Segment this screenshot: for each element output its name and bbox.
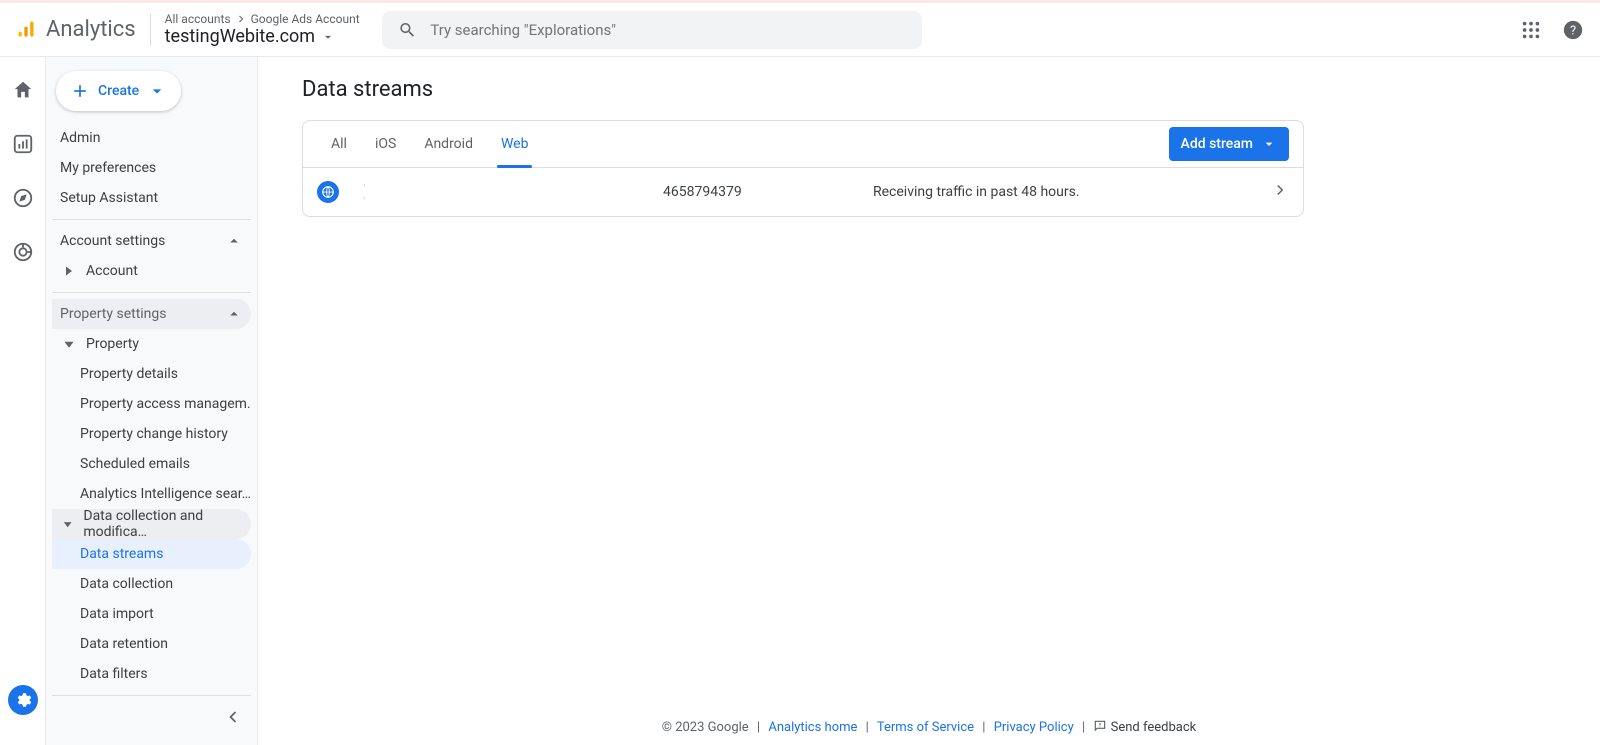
- create-label: Create: [98, 83, 139, 99]
- expander-property[interactable]: Property: [52, 329, 251, 359]
- globe-icon: [321, 185, 335, 199]
- analytics-icon: [16, 20, 36, 40]
- admin-sidebar: Create Admin My preferences Setup Assist…: [46, 57, 258, 745]
- section-label: Account settings: [60, 233, 165, 249]
- expander-label: Property: [86, 336, 139, 352]
- tab-android[interactable]: Android: [410, 121, 487, 167]
- nav-scheduled-emails[interactable]: Scheduled emails: [52, 449, 251, 479]
- vertical-divider: [150, 14, 151, 46]
- svg-text:?: ?: [1570, 23, 1576, 38]
- divider: [52, 219, 251, 220]
- product-logo[interactable]: Analytics: [16, 17, 136, 42]
- breadcrumb-all: All accounts: [165, 12, 231, 26]
- footer: © 2023 Google | Analytics home | Terms o…: [258, 719, 1600, 735]
- add-stream-button[interactable]: Add stream: [1169, 127, 1289, 161]
- plus-icon: [70, 81, 90, 101]
- expander-data-collection[interactable]: Data collection and modifica…: [52, 509, 251, 539]
- chevron-right-icon: [1271, 181, 1289, 199]
- stream-id: 4658794379: [663, 184, 873, 200]
- expander-label: Account: [86, 263, 138, 279]
- expander-label: Data collection and modifica…: [83, 508, 243, 540]
- nav-property-access[interactable]: Property access managem…: [52, 389, 251, 419]
- help-button[interactable]: ?: [1562, 19, 1584, 45]
- tab-web[interactable]: Web: [487, 121, 543, 167]
- home-icon: [12, 79, 34, 101]
- chevron-up-icon: [225, 305, 243, 323]
- chevron-left-icon: [223, 707, 243, 727]
- create-button[interactable]: Create: [56, 71, 181, 111]
- nav-setup-assistant[interactable]: Setup Assistant: [52, 183, 251, 213]
- collapse-sidebar-button[interactable]: [223, 707, 243, 731]
- tab-ios[interactable]: iOS: [361, 121, 410, 167]
- main-content: Data streams All iOS Android Web Add str…: [258, 57, 1600, 745]
- nav-admin[interactable]: Admin: [52, 123, 251, 153]
- footer-feedback[interactable]: Send feedback: [1093, 720, 1196, 735]
- help-icon: ?: [1562, 19, 1584, 41]
- property-name: testingWebite.com: [165, 26, 315, 47]
- caret-down-icon: [321, 30, 335, 44]
- apps-button[interactable]: [1520, 19, 1542, 45]
- add-stream-label: Add stream: [1181, 136, 1253, 152]
- nav-reports[interactable]: [12, 133, 34, 159]
- expander-account[interactable]: Account: [52, 256, 251, 286]
- nav-property-details[interactable]: Property details: [52, 359, 251, 389]
- triangle-down-icon: [60, 515, 75, 533]
- product-name: Analytics: [46, 17, 136, 42]
- divider: [52, 695, 251, 696]
- account-picker[interactable]: All accounts Google Ads Account testingW…: [165, 12, 360, 47]
- section-property-settings[interactable]: Property settings: [52, 299, 251, 329]
- nav-data-collection[interactable]: Data collection: [52, 569, 251, 599]
- nav-data-retention[interactable]: Data retention: [52, 629, 251, 659]
- feedback-icon: [1093, 719, 1107, 733]
- stream-name: ··: [363, 179, 663, 205]
- footer-tos[interactable]: Terms of Service: [877, 720, 974, 735]
- nav-advertising[interactable]: [12, 241, 34, 267]
- nav-data-import[interactable]: Data import: [52, 599, 251, 629]
- chevron-right-icon: [235, 13, 247, 25]
- search-icon: [398, 20, 417, 40]
- section-label: Property settings: [60, 306, 167, 322]
- nav-home[interactable]: [12, 79, 34, 105]
- footer-feedback-label: Send feedback: [1111, 720, 1197, 735]
- nav-rail: [0, 57, 46, 745]
- chevron-up-icon: [225, 232, 243, 250]
- stream-status: Receiving traffic in past 48 hours.: [873, 184, 1271, 200]
- nav-data-streams[interactable]: Data streams: [52, 539, 251, 569]
- row-chevron: [1271, 181, 1289, 203]
- tab-bar: All iOS Android Web Add stream: [303, 121, 1303, 168]
- nav-property-change-history[interactable]: Property change history: [52, 419, 251, 449]
- explore-icon: [12, 187, 34, 209]
- triangle-down-icon: [60, 335, 78, 353]
- caret-down-icon: [147, 81, 167, 101]
- streams-card: All iOS Android Web Add stream ·· 465879…: [302, 120, 1304, 217]
- top-bar: Analytics All accounts Google Ads Accoun…: [0, 0, 1600, 57]
- nav-my-preferences[interactable]: My preferences: [52, 153, 251, 183]
- footer-copyright: © 2023 Google: [662, 720, 749, 735]
- web-stream-badge: [317, 181, 339, 203]
- page-title: Data streams: [302, 77, 1556, 102]
- divider: [52, 292, 251, 293]
- breadcrumb-account: Google Ads Account: [251, 12, 360, 26]
- gear-icon: [14, 691, 32, 709]
- footer-privacy[interactable]: Privacy Policy: [994, 720, 1074, 735]
- target-icon: [12, 241, 34, 263]
- triangle-right-icon: [60, 262, 78, 280]
- admin-fab[interactable]: [8, 685, 38, 715]
- stream-row[interactable]: ·· 4658794379 Receiving traffic in past …: [303, 168, 1303, 216]
- search-bar[interactable]: [382, 11, 922, 49]
- footer-analytics-home[interactable]: Analytics home: [768, 720, 857, 735]
- nav-explore[interactable]: [12, 187, 34, 213]
- apps-icon: [1520, 19, 1542, 41]
- breadcrumb: All accounts Google Ads Account: [165, 12, 360, 26]
- caret-down-icon: [1261, 136, 1277, 152]
- section-account-settings[interactable]: Account settings: [52, 226, 251, 256]
- tab-all[interactable]: All: [317, 121, 361, 167]
- nav-intelligence-search[interactable]: Analytics Intelligence sear…: [52, 479, 251, 509]
- bar-chart-icon: [12, 133, 34, 155]
- nav-data-filters[interactable]: Data filters: [52, 659, 251, 689]
- search-input[interactable]: [430, 21, 905, 39]
